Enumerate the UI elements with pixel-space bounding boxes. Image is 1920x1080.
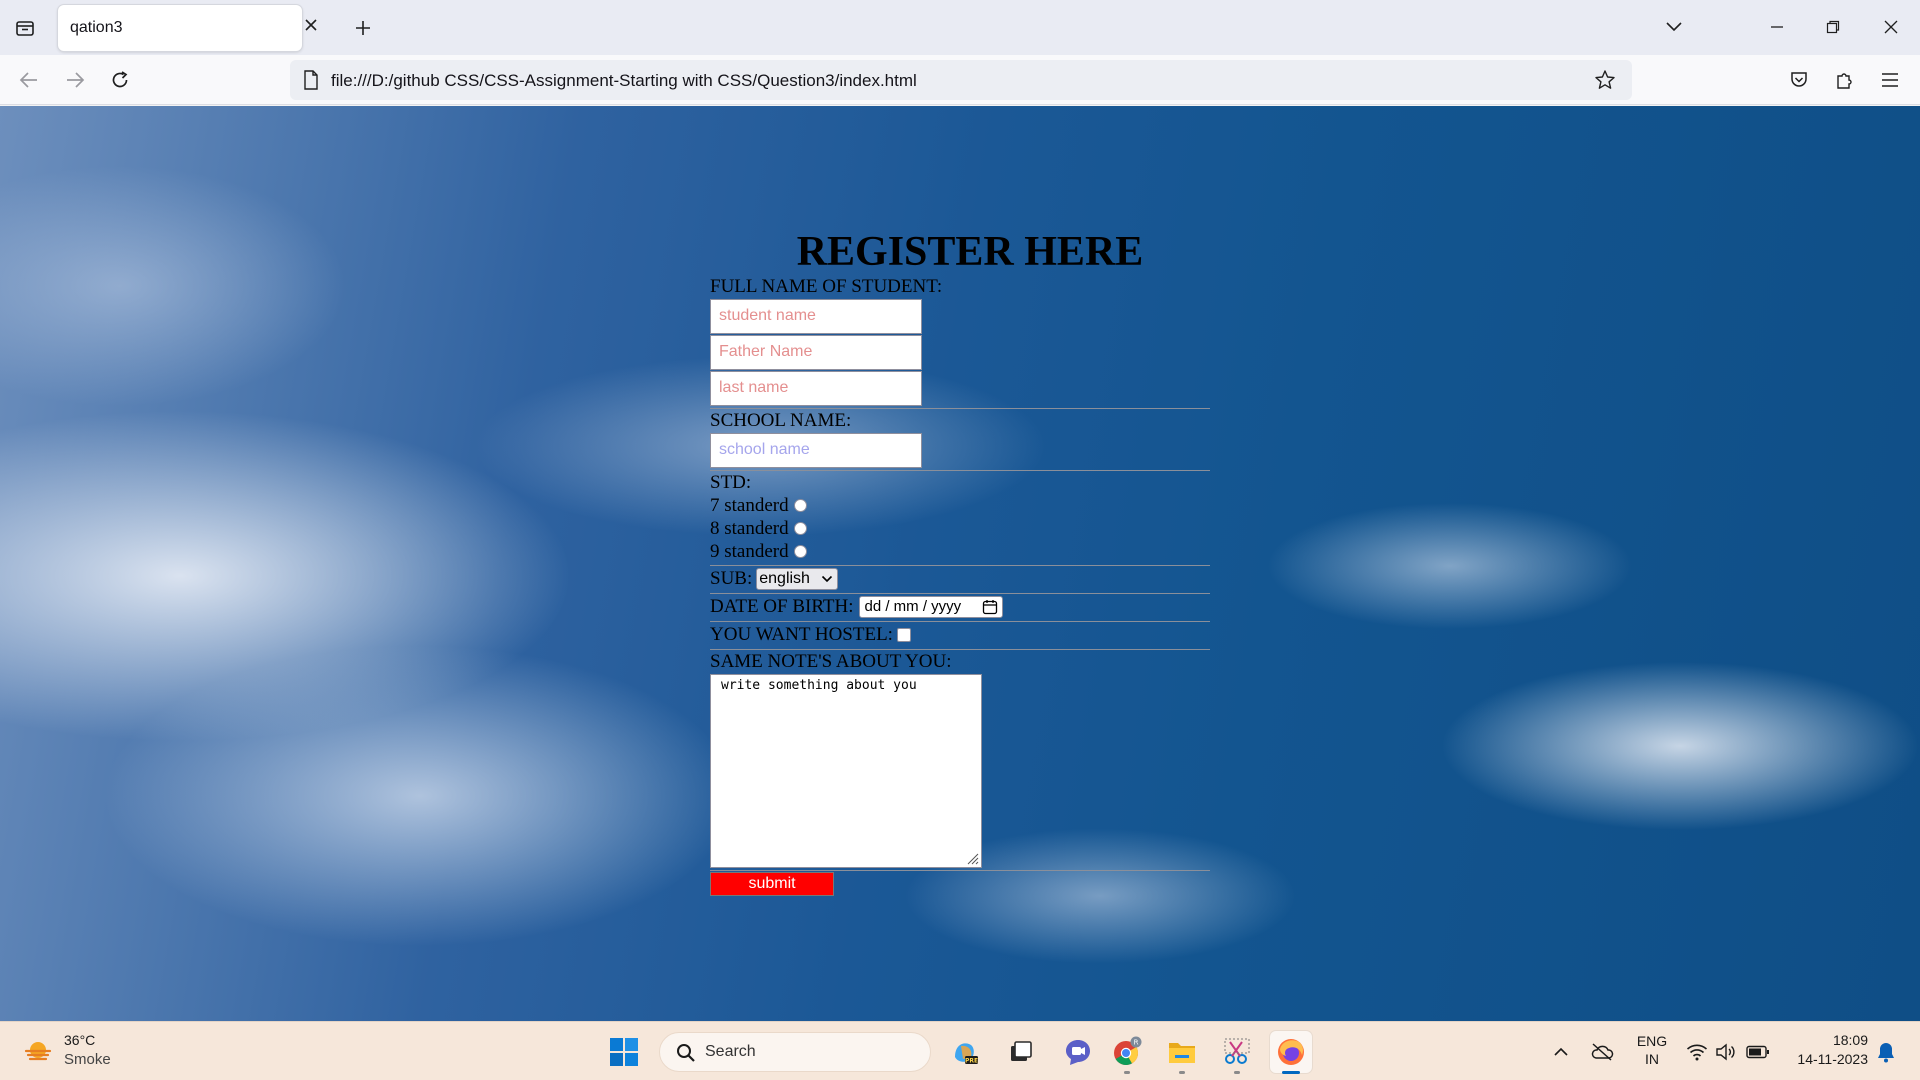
std-option-7: 7 standerd (710, 494, 1210, 517)
bookmark-star-icon[interactable] (1590, 65, 1620, 95)
notes-textarea[interactable]: write something about you (710, 674, 982, 868)
clock-time[interactable]: 18:09 (1780, 1032, 1868, 1048)
last-name-input[interactable]: last name (710, 371, 922, 406)
subject-select[interactable]: english (756, 568, 839, 590)
registration-form: REGISTER HERE FULL NAME OF STUDENT: stud… (710, 228, 1210, 896)
std-9-radio[interactable] (793, 545, 807, 558)
dob-row: DATE OF BIRTH: dd / mm / yyyy (710, 595, 1210, 619)
svg-text:R: R (1134, 1039, 1139, 1047)
teams-chat-icon[interactable] (1057, 1031, 1099, 1073)
tab-list-icon[interactable] (8, 12, 42, 44)
battery-icon[interactable] (1744, 1039, 1772, 1065)
chevron-down-icon (822, 575, 833, 583)
weather-haze-icon[interactable] (22, 1036, 54, 1068)
firefox-app-icon[interactable] (1270, 1031, 1312, 1074)
notification-bell-icon[interactable] (1872, 1038, 1900, 1066)
search-label: Search (705, 1043, 756, 1060)
hostel-row: YOU WANT HOSTEL: (710, 623, 1210, 647)
windows-start-icon[interactable] (606, 1034, 642, 1070)
calendar-icon[interactable] (982, 599, 998, 615)
weather-temperature[interactable]: 36°C (64, 1032, 95, 1048)
school-name-label: SCHOOL NAME: (710, 410, 852, 431)
snipping-tool-icon[interactable] (1216, 1031, 1258, 1074)
restore-icon[interactable] (1816, 12, 1850, 42)
std-option-label: 8 standerd (710, 518, 789, 539)
notes-label: SAME NOTE'S ABOUT YOU: (710, 651, 952, 672)
extensions-icon[interactable] (1828, 64, 1862, 96)
resize-grip-icon[interactable] (965, 851, 979, 865)
full-name-label: FULL NAME OF STUDENT: (710, 276, 943, 297)
subject-row: SUB: english (710, 567, 1210, 591)
back-arrow-icon[interactable] (12, 64, 46, 96)
running-indicator (1234, 1071, 1240, 1074)
std-option-9: 9 standerd (710, 540, 1210, 563)
hostel-label: YOU WANT HOSTEL: (710, 624, 893, 645)
minimize-icon[interactable] (1760, 12, 1794, 42)
divider (710, 470, 1210, 471)
reload-icon[interactable] (103, 64, 137, 96)
divider (710, 593, 1210, 594)
running-indicator (1179, 1071, 1185, 1074)
dob-label: DATE OF BIRTH: (710, 596, 854, 617)
file-explorer-icon[interactable] (1161, 1031, 1203, 1074)
clock-date[interactable]: 14-11-2023 (1780, 1051, 1868, 1067)
notes-value: write something about you (721, 678, 917, 693)
dob-placeholder: dd / mm / yyyy (864, 598, 962, 615)
student-name-input[interactable]: student name (710, 299, 922, 334)
region-code: IN (1645, 1051, 1659, 1067)
chevron-up-icon[interactable] (1548, 1040, 1574, 1064)
page-icon (298, 66, 324, 94)
tab-active[interactable]: qation3 (58, 5, 302, 51)
std-option-label: 7 standerd (710, 495, 789, 516)
task-view-icon[interactable] (1000, 1031, 1042, 1073)
divider (710, 621, 1210, 622)
browser-tab-strip: qation3 (0, 0, 1920, 55)
window-close-icon[interactable] (1874, 12, 1908, 42)
page-viewport: REGISTER HERE FULL NAME OF STUDENT: stud… (0, 106, 1920, 1021)
submit-button[interactable]: submit (710, 872, 834, 896)
weather-description[interactable]: Smoke (64, 1051, 111, 1068)
tab-title: qation3 (70, 19, 123, 36)
subject-selected-value: english (759, 570, 810, 587)
wifi-icon[interactable] (1684, 1039, 1710, 1065)
running-indicator (1124, 1071, 1130, 1074)
chevron-down-icon[interactable] (1657, 12, 1691, 42)
chrome-app-icon[interactable]: R (1106, 1031, 1148, 1074)
url-text[interactable]: file:///D:/github CSS/CSS-Assignment-Sta… (331, 71, 917, 91)
hostel-checkbox[interactable] (896, 628, 911, 642)
divider (710, 565, 1210, 566)
language-indicator[interactable]: ENG IN (1634, 1032, 1670, 1068)
taskbar: 36°C Smoke Search PRE R ENG IN 18:09 14-… (0, 1021, 1920, 1080)
search-icon (674, 1041, 698, 1065)
divider (710, 649, 1210, 650)
std-8-radio[interactable] (793, 522, 807, 535)
tab-close-icon[interactable] (298, 12, 324, 38)
std-label: STD: (710, 472, 752, 493)
address-bar[interactable]: file:///D:/github CSS/CSS-Assignment-Sta… (290, 60, 1632, 100)
std-option-label: 9 standerd (710, 541, 789, 562)
svg-text:PRE: PRE (965, 1058, 978, 1065)
divider (710, 408, 1210, 409)
subject-label: SUB: (710, 568, 753, 589)
school-name-input[interactable]: school name (710, 433, 922, 468)
active-indicator (1282, 1071, 1300, 1074)
divider (710, 870, 1210, 871)
browser-nav-bar: file:///D:/github CSS/CSS-Assignment-Sta… (0, 55, 1920, 105)
onedrive-offline-icon[interactable] (1588, 1038, 1616, 1066)
language-code: ENG (1636, 1033, 1668, 1049)
std-option-8: 8 standerd (710, 517, 1210, 540)
forward-arrow-icon[interactable] (58, 64, 92, 96)
page-title: REGISTER HERE (796, 229, 1144, 275)
taskbar-search-box[interactable]: Search (659, 1032, 931, 1072)
dob-input[interactable]: dd / mm / yyyy (859, 596, 1004, 618)
pocket-icon[interactable] (1782, 64, 1816, 96)
new-tab-icon[interactable] (347, 12, 379, 44)
hamburger-menu-icon[interactable] (1873, 64, 1907, 96)
std-7-radio[interactable] (793, 499, 807, 512)
father-name-input[interactable]: Father Name (710, 335, 922, 370)
volume-icon[interactable] (1713, 1039, 1739, 1065)
copilot-app-icon[interactable]: PRE (943, 1031, 985, 1073)
